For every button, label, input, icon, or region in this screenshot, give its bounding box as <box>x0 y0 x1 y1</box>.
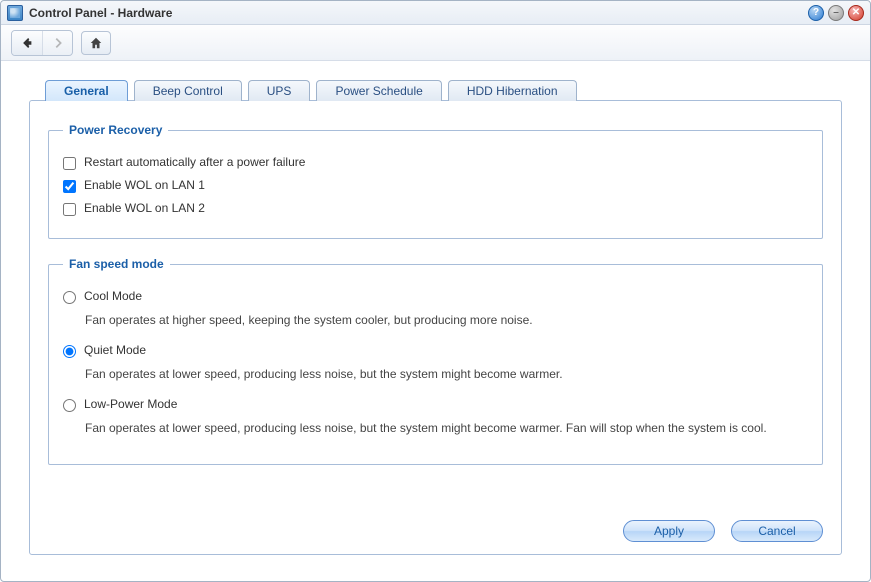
fan-quiet-label[interactable]: Quiet Mode <box>84 343 146 357</box>
fan-speed-group: Fan speed mode Cool Mode Fan operates at… <box>48 257 823 465</box>
wol-lan2-label[interactable]: Enable WOL on LAN 2 <box>84 201 205 215</box>
app-icon <box>7 5 23 21</box>
titlebar: Control Panel - Hardware ? – ✕ <box>1 1 870 25</box>
arrow-left-icon <box>20 36 34 50</box>
arrow-right-icon <box>51 36 65 50</box>
fan-cool-label[interactable]: Cool Mode <box>84 289 142 303</box>
tabstrip: General Beep Control UPS Power Schedule … <box>45 79 842 100</box>
fan-low-label[interactable]: Low-Power Mode <box>84 397 177 411</box>
wol-lan1-checkbox[interactable] <box>63 180 76 193</box>
fan-quiet-block: Quiet Mode Fan operates at lower speed, … <box>63 343 808 383</box>
tab-power-schedule[interactable]: Power Schedule <box>316 80 441 101</box>
button-bar: Apply Cancel <box>623 520 823 542</box>
nav-group <box>11 30 73 56</box>
fan-cool-block: Cool Mode Fan operates at higher speed, … <box>63 289 808 329</box>
apply-button[interactable]: Apply <box>623 520 715 542</box>
fan-low-desc: Fan operates at lower speed, producing l… <box>85 420 808 437</box>
tab-general[interactable]: General <box>45 80 128 101</box>
power-recovery-legend: Power Recovery <box>63 123 168 137</box>
fan-quiet-radio[interactable] <box>63 345 76 358</box>
window: Control Panel - Hardware ? – ✕ General B… <box>0 0 871 582</box>
minimize-icon[interactable]: – <box>828 5 844 21</box>
restart-auto-checkbox[interactable] <box>63 157 76 170</box>
fan-low-radio[interactable] <box>63 399 76 412</box>
tab-beep-control[interactable]: Beep Control <box>134 80 242 101</box>
wol-lan1-row: Enable WOL on LAN 1 <box>63 178 808 193</box>
close-icon[interactable]: ✕ <box>848 5 864 21</box>
tab-ups[interactable]: UPS <box>248 80 311 101</box>
window-title: Control Panel - Hardware <box>29 6 808 20</box>
power-recovery-group: Power Recovery Restart automatically aft… <box>48 123 823 239</box>
restart-auto-row: Restart automatically after a power fail… <box>63 155 808 170</box>
wol-lan2-checkbox[interactable] <box>63 203 76 216</box>
window-controls: ? – ✕ <box>808 5 864 21</box>
fan-low-block: Low-Power Mode Fan operates at lower spe… <box>63 397 808 437</box>
toolbar <box>1 25 870 61</box>
help-icon[interactable]: ? <box>808 5 824 21</box>
fan-cool-desc: Fan operates at higher speed, keeping th… <box>85 312 808 329</box>
fan-speed-legend: Fan speed mode <box>63 257 170 271</box>
fan-quiet-desc: Fan operates at lower speed, producing l… <box>85 366 808 383</box>
content-area: General Beep Control UPS Power Schedule … <box>1 61 870 581</box>
wol-lan2-row: Enable WOL on LAN 2 <box>63 201 808 216</box>
wol-lan1-label[interactable]: Enable WOL on LAN 1 <box>84 178 205 192</box>
restart-auto-label[interactable]: Restart automatically after a power fail… <box>84 155 305 169</box>
home-icon <box>89 36 103 50</box>
tab-hdd-hibernation[interactable]: HDD Hibernation <box>448 80 577 101</box>
tab-panel: Power Recovery Restart automatically aft… <box>29 100 842 555</box>
fan-cool-radio[interactable] <box>63 291 76 304</box>
cancel-button[interactable]: Cancel <box>731 520 823 542</box>
home-button[interactable] <box>81 31 111 55</box>
forward-button[interactable] <box>42 31 72 55</box>
back-button[interactable] <box>12 31 42 55</box>
